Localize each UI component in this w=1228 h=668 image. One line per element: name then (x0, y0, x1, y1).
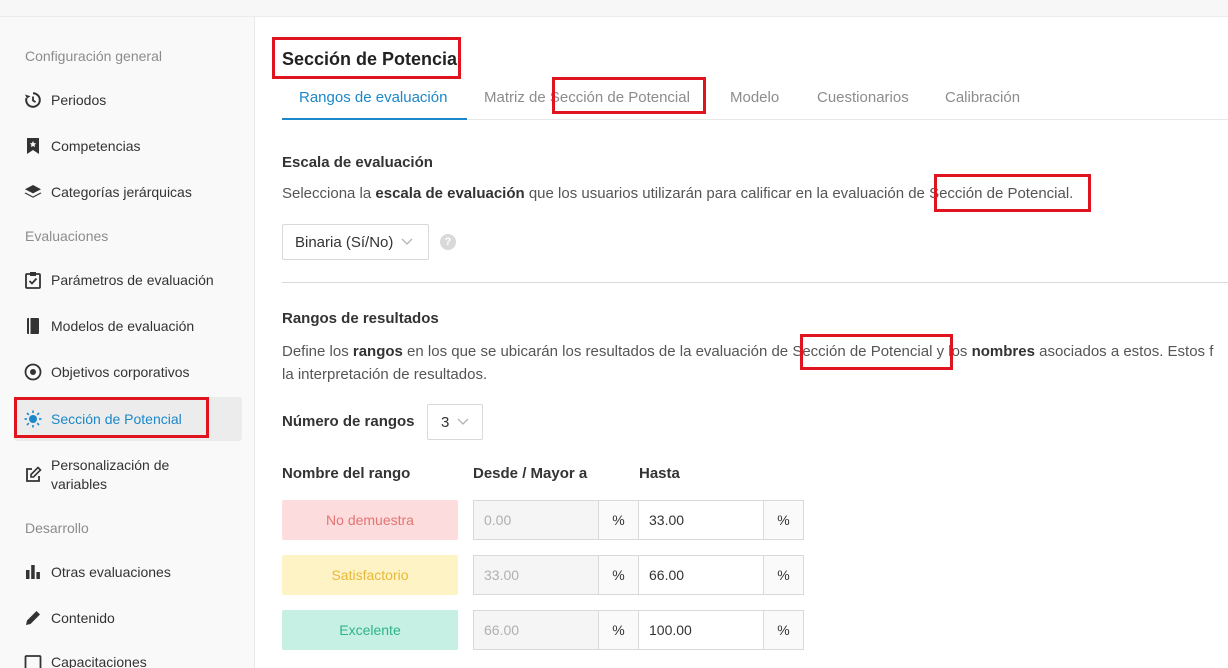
sidebar-item-objetivos[interactable]: Objetivos corporativos (14, 350, 242, 394)
sidebar-item-contenido[interactable]: Contenido (14, 596, 242, 640)
page-title: Sección de Potencial (282, 49, 463, 69)
sidebar-item-competencias[interactable]: Competencias (14, 124, 242, 168)
sidebar-item-otras-evaluaciones[interactable]: Otras evaluaciones (14, 550, 242, 594)
sidebar-item-label: Competencias (51, 138, 141, 154)
sidebar-item-capacitaciones[interactable]: Capacitaciones (14, 642, 242, 668)
sidebar-item-label: Categorías jerárquicas (51, 184, 192, 200)
chevron-down-icon (457, 418, 469, 426)
desc-text: asociados a estos. Estos f (1034, 343, 1214, 360)
tab-calibracion[interactable]: Calibración (945, 89, 1020, 106)
tab-bar: Rangos de evaluación Matriz de Sección d… (282, 81, 1228, 120)
range-count-label: Número de rangos (282, 413, 415, 430)
percent-addon: % (598, 555, 639, 595)
range-from-input[interactable]: 33.00 (473, 555, 599, 595)
ranges-description-line1: Define los rangos en los que se ubicarán… (282, 341, 1213, 363)
clipboard-check-icon (24, 271, 42, 289)
tab-rangos-evaluacion[interactable]: Rangos de evaluación (299, 89, 447, 106)
square-icon (24, 654, 42, 668)
range-count-value: 3 (441, 413, 450, 431)
edit-square-icon (24, 466, 42, 484)
top-bar (0, 0, 1228, 17)
scale-description: Selecciona la escala de evaluación que l… (282, 183, 1073, 205)
desc-bold: rangos (352, 343, 403, 360)
sidebar-section-desarrollo: Desarrollo (25, 520, 89, 536)
pencil-icon (24, 609, 42, 627)
chevron-down-icon (401, 238, 413, 246)
book-icon (24, 317, 42, 335)
percent-addon: % (763, 555, 804, 595)
desc-highlight: Sección de Potencial. (929, 185, 1074, 202)
main-content: Sección de Potencial Rangos de evaluació… (256, 17, 1228, 668)
desc-text: en los que se ubicarán los resultados de… (402, 343, 793, 360)
desc-text: y los (932, 343, 972, 360)
sidebar-item-label: Parámetros de evaluación (51, 272, 214, 288)
ranges-title: Rangos de resultados (282, 310, 439, 327)
sidebar-item-label: Objetivos corporativos (51, 364, 190, 380)
sun-icon (24, 410, 42, 428)
range-from-input[interactable]: 66.00 (473, 610, 599, 650)
range-count-select[interactable]: 3 (427, 404, 483, 440)
sidebar-section-configuracion: Configuración general (25, 48, 162, 64)
tab-matriz[interactable]: Matriz de Sección de Potencial (484, 89, 690, 106)
sidebar-item-label: Contenido (51, 610, 115, 626)
sidebar-item-seccion-potencial[interactable]: Sección de Potencial (14, 397, 242, 441)
sidebar-item-categorias[interactable]: Categorías jerárquicas (14, 170, 242, 214)
sidebar: Configuración general Periodos Competenc… (0, 17, 255, 668)
sidebar-section-evaluaciones: Evaluaciones (25, 228, 109, 244)
sidebar-item-label: Capacitaciones (51, 654, 147, 668)
help-icon[interactable]: ? (440, 234, 456, 250)
column-header-name: Nombre del rango (282, 465, 411, 482)
range-name-field[interactable]: No demuestra (282, 500, 458, 540)
bookmark-star-icon (24, 137, 42, 155)
sidebar-item-label: Sección de Potencial (51, 411, 182, 427)
range-to-input[interactable]: 100.00 (638, 610, 764, 650)
range-to-input[interactable]: 66.00 (638, 555, 764, 595)
section-divider (282, 282, 1228, 283)
percent-addon: % (598, 610, 639, 650)
sidebar-item-label: Otras evaluaciones (51, 564, 171, 580)
sidebar-item-label: Periodos (51, 92, 107, 108)
history-icon (24, 91, 42, 109)
percent-addon: % (763, 500, 804, 540)
desc-highlight: Sección de Potencial (792, 343, 933, 360)
column-header-to: Hasta (639, 465, 680, 482)
tab-cuestionarios[interactable]: Cuestionarios (817, 89, 909, 106)
sidebar-item-modelos[interactable]: Modelos de evaluación (14, 304, 242, 348)
desc-text: Selecciona la (282, 185, 376, 202)
ranges-description-line2: la interpretación de resultados. (282, 366, 488, 383)
target-icon (24, 363, 42, 381)
percent-addon: % (763, 610, 804, 650)
sidebar-item-personalizacion[interactable]: Personalización de variables (14, 451, 242, 499)
sidebar-item-label: Modelos de evaluación (51, 318, 195, 334)
bar-chart-icon (24, 563, 42, 581)
scale-select[interactable]: Binaria (Sí/No) (282, 224, 429, 260)
sidebar-item-periodos[interactable]: Periodos (14, 78, 242, 122)
range-name-field[interactable]: Excelente (282, 610, 458, 650)
layers-icon (24, 183, 42, 201)
scale-title: Escala de evaluación (282, 154, 433, 171)
range-to-input[interactable]: 33.00 (638, 500, 764, 540)
range-from-input[interactable]: 0.00 (473, 500, 599, 540)
desc-text: que los usuarios utilizarán para calific… (524, 185, 930, 202)
desc-bold: nombres (971, 343, 1035, 360)
tab-modelo[interactable]: Modelo (730, 89, 779, 106)
active-tab-indicator (282, 118, 467, 120)
range-name-field[interactable]: Satisfactorio (282, 555, 458, 595)
desc-text: Define los (282, 343, 353, 360)
desc-bold: escala de evaluación (375, 185, 525, 202)
column-header-from: Desde / Mayor a (473, 465, 588, 482)
scale-select-value: Binaria (Sí/No) (295, 233, 394, 251)
percent-addon: % (598, 500, 639, 540)
sidebar-item-label: Personalización de variables (51, 457, 170, 492)
sidebar-item-parametros[interactable]: Parámetros de evaluación (14, 258, 242, 302)
